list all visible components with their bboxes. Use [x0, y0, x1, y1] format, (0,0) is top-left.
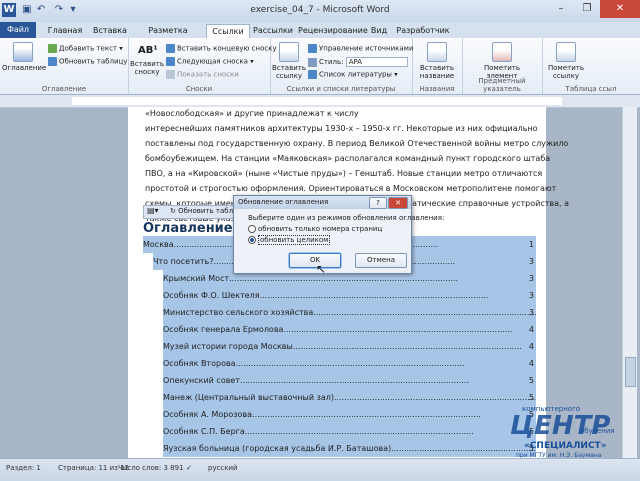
- toc-icon: [13, 42, 33, 62]
- toc-control-toolbar: ▤▾ ↻ Обновить табл: [143, 205, 237, 219]
- toc-entry[interactable]: Опекунский совет........................…: [163, 372, 536, 389]
- group-label-index: Предметный указатель: [478, 77, 526, 93]
- group-captions: Вставить название Названия: [412, 38, 463, 94]
- close-button[interactable]: ✕: [600, 0, 640, 18]
- add-text-button[interactable]: Добавить текст ▾: [48, 44, 123, 53]
- ribbon-tabs: Файл Главная Вставка Разметка страницы С…: [0, 22, 640, 49]
- watermark-text: ЦЕНТР: [510, 411, 611, 441]
- proofing-icon[interactable]: ✓: [186, 464, 192, 472]
- mark-citation-icon: [556, 42, 576, 62]
- toc-entry[interactable]: Особняк генерала Ермолова...............…: [163, 321, 536, 338]
- tab-page-layout[interactable]: Разметка страницы: [130, 24, 206, 49]
- option-page-numbers-only[interactable]: обновить только номера страниц: [248, 225, 382, 233]
- maximize-button[interactable]: ❐: [574, 0, 600, 18]
- scrollbar-thumb[interactable]: [625, 357, 636, 387]
- sources-icon: [308, 44, 317, 53]
- body-text-line: интереснейших памятников архитектуры 193…: [145, 124, 538, 133]
- style-icon: [308, 57, 317, 67]
- group-citations: Вставить ссылку Управление источниками С…: [270, 38, 414, 94]
- dialog-help-button[interactable]: ?: [369, 197, 387, 209]
- mouse-cursor-icon: ↖: [316, 262, 327, 276]
- tab-review[interactable]: Рецензирование: [298, 24, 368, 38]
- dialog-prompt: Выберите один из режимов обновления огла…: [248, 214, 445, 222]
- insert-caption-button[interactable]: Вставить название: [416, 42, 458, 80]
- tab-view[interactable]: Вид: [366, 24, 392, 38]
- status-words[interactable]: Число слов: 3 891: [118, 464, 184, 472]
- watermark-logo: компьютерного ЦЕНТР обучения «СПЕЦИАЛИСТ…: [510, 405, 640, 460]
- citation-icon: [279, 42, 299, 62]
- status-bar: Раздел: 1 Страница: 11 из 12 Число слов:…: [0, 458, 640, 481]
- refresh-icon: ↻: [170, 207, 179, 215]
- status-language[interactable]: русский: [208, 464, 238, 472]
- toc-entry[interactable]: Музей истории города Москвы.............…: [163, 338, 536, 355]
- watermark-text: обучения: [580, 427, 615, 435]
- tab-home[interactable]: Главная: [40, 24, 90, 38]
- endnote-icon: [166, 44, 175, 53]
- mark-entry-button[interactable]: Пометить элемент: [480, 42, 524, 80]
- tab-file[interactable]: Файл: [0, 22, 36, 38]
- add-text-icon: [48, 44, 57, 53]
- show-notes-icon: [166, 70, 175, 79]
- style-dropdown[interactable]: APA: [345, 57, 408, 67]
- style-selector[interactable]: Стиль: APA: [308, 57, 408, 67]
- group-toa: Пометить ссылку Таблица ссыл: [542, 38, 640, 94]
- radio-selected-icon: [248, 236, 256, 244]
- bibliography-button[interactable]: Список литературы ▾: [308, 70, 398, 79]
- insert-citation-button[interactable]: Вставить ссылку: [272, 42, 306, 80]
- toc-entry[interactable]: Особняк А. Морозова.....................…: [163, 406, 536, 423]
- title-bar: W ▣ ↶ ↷ ▾ exercise_04_7 - Microsoft Word…: [0, 0, 640, 23]
- refresh-icon: [48, 57, 57, 66]
- window-title: exercise_04_7 - Microsoft Word: [250, 5, 390, 15]
- radio-icon: [248, 225, 256, 233]
- toc-entry[interactable]: Особняк Второва.........................…: [163, 355, 536, 372]
- dialog-close-button[interactable]: ✕: [388, 197, 408, 209]
- mark-citation-button[interactable]: Пометить ссылку: [544, 42, 588, 80]
- toc-entry[interactable]: Манеж (Центральный выставочный зал).....…: [163, 389, 536, 406]
- next-footnote-icon: [166, 57, 175, 66]
- minimize-button[interactable]: –: [548, 0, 574, 18]
- group-label-toa: Таблица ссыл: [565, 85, 617, 93]
- toc-control-icon[interactable]: ▤▾: [147, 206, 159, 215]
- body-text-line: поставлены под государственную охрану. В…: [145, 139, 569, 148]
- next-footnote-button[interactable]: Следующая сноска ▾: [166, 57, 254, 66]
- group-label-captions: Названия: [419, 85, 455, 93]
- bibliography-icon: [308, 70, 317, 79]
- toc-entry[interactable]: Министерство сельского хозяйства........…: [163, 304, 536, 321]
- group-label-toc: Оглавление: [41, 85, 87, 93]
- footnote-icon: AB¹: [138, 45, 158, 56]
- body-text-line: ПВО, а на «Кировской» (ныне «Чистые пруд…: [145, 169, 543, 178]
- update-table-button[interactable]: Обновить таблицу: [48, 57, 127, 66]
- tab-references[interactable]: Ссылки: [206, 24, 250, 39]
- toc-entry[interactable]: Особняк Ф.О. Шектеля....................…: [163, 287, 536, 304]
- body-text-line: «Новослободская» и другие принадлежат к …: [145, 109, 359, 118]
- ok-button[interactable]: OK: [289, 253, 341, 268]
- status-section[interactable]: Раздел: 1: [6, 464, 41, 472]
- tab-developer[interactable]: Разработчик: [396, 24, 450, 38]
- group-label-citations: Ссылки и списки литературы: [286, 85, 396, 93]
- mark-entry-icon: [492, 42, 512, 62]
- manage-sources-button[interactable]: Управление источниками: [308, 44, 414, 53]
- group-footnotes: AB¹ Вставить сноску Вставить концевую сн…: [128, 38, 277, 94]
- toc-update-button[interactable]: ↻ Обновить табл: [170, 207, 233, 215]
- tab-mailings[interactable]: Рассылки: [252, 24, 294, 38]
- group-toc: Оглавление Добавить текст ▾ Обновить таб…: [0, 38, 129, 94]
- group-index: Пометить элемент Предметный указатель: [462, 38, 543, 94]
- caption-icon: [427, 42, 447, 62]
- toc-button[interactable]: Оглавление: [2, 42, 46, 72]
- ruler-track: [72, 97, 562, 105]
- toc-entry[interactable]: Особняк С.П. Берга......................…: [163, 423, 536, 440]
- watermark-text: «СПЕЦИАЛИСТ»: [524, 441, 607, 451]
- ribbon: Оглавление Добавить текст ▾ Обновить таб…: [0, 38, 640, 95]
- insert-endnote-button[interactable]: Вставить концевую сноску: [166, 44, 277, 53]
- insert-footnote-button[interactable]: AB¹ Вставить сноску: [130, 42, 164, 76]
- toc-heading: Оглавление: [143, 221, 233, 236]
- body-text-line: бомбоубежищем. На станции «Маяковская» р…: [145, 154, 551, 163]
- show-notes-button[interactable]: Показать сноски: [166, 70, 239, 79]
- toc-entry[interactable]: Яузская больница (городская усадьба И.Р.…: [163, 440, 536, 457]
- group-label-footnotes: Сноски: [185, 85, 213, 93]
- body-text-line: простотой и строгостью оформления. Ориен…: [145, 184, 557, 193]
- option-entire-table[interactable]: обновить целиком: [248, 235, 331, 245]
- cancel-button[interactable]: Отмена: [355, 253, 407, 268]
- tab-insert[interactable]: Вставка: [90, 24, 130, 38]
